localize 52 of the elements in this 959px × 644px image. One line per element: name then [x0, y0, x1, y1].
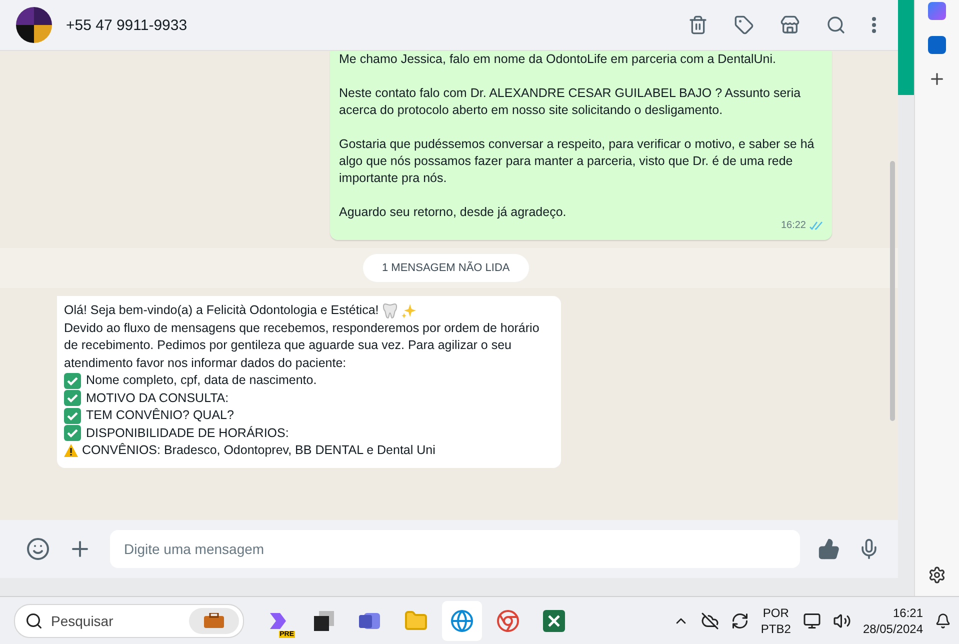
- spreadsheet-icon: [543, 610, 565, 632]
- globe-icon: [450, 608, 474, 632]
- scrollbar-thumb[interactable]: [890, 161, 895, 421]
- menu-icon: [872, 17, 876, 33]
- settings-icon[interactable]: [928, 566, 946, 584]
- keyboard-layout[interactable]: PTB2: [760, 620, 791, 636]
- mail-app-icon[interactable]: [928, 36, 946, 54]
- list-item-text: Nome completo, cpf, data de nascimento.: [86, 372, 317, 389]
- briefcase-icon: [189, 608, 239, 634]
- overlapping-squares-icon: [313, 610, 335, 632]
- volume-icon[interactable]: [832, 612, 851, 630]
- message-time: 16:22: [780, 219, 806, 233]
- warning-icon: [64, 444, 78, 458]
- contact-name: +55 47 9911-9933: [66, 16, 188, 34]
- message-paragraph: Aguardo seu retorno, desde já agradeço.: [339, 204, 568, 221]
- message-input[interactable]: Digite uma mensagem: [110, 530, 800, 568]
- network-icon[interactable]: [802, 612, 821, 630]
- checkmark-icon: [64, 390, 82, 406]
- checkmark-icon: [64, 372, 82, 389]
- search-icon: [826, 15, 846, 35]
- message-paragraph: Neste contato falo com Dr. ALEXANDRE CESAR GUILABEL BAJO ? Assunto seria acerca do protocolo aberto em nosso site solicitando o desligamento.: [339, 85, 802, 119]
- message-paragraph: Me chamo Jessica, falo em nome da OdontoLife em parceria com a DentalUni.: [339, 51, 778, 68]
- checkmark-icon: [64, 408, 82, 424]
- cloud-off-icon[interactable]: [700, 612, 719, 630]
- unread-banner: 1 MENSAGEM NÃO LIDA: [363, 254, 529, 282]
- store-icon: [780, 15, 800, 35]
- sparkles-icon: [400, 302, 417, 319]
- greeting-text: Olá! Seja bem-vindo(a) a Felicità Odontologia e Estética!: [64, 302, 379, 319]
- message-body: Devido ao fluxo de mensagens que recebemos, responderemos por ordem de horário de recebimento. Pedimos por gentileza que aguarde sua vez. Para agilizar o seu atendimento favor nos informar dados do paciente:: [64, 320, 540, 372]
- language-indicator[interactable]: POR: [762, 604, 789, 620]
- tooth-icon: [382, 302, 397, 319]
- list-item-text: MOTIVO DA CONSULTA:: [86, 390, 229, 406]
- clock-time[interactable]: 16:21: [892, 604, 923, 620]
- search-icon: [25, 612, 43, 630]
- tag-icon: [734, 15, 754, 35]
- thumbs-up-icon: [818, 538, 840, 560]
- notification-icon[interactable]: [935, 612, 951, 628]
- search-placeholder: Pesquisar: [51, 612, 114, 628]
- edge-button[interactable]: [442, 600, 482, 640]
- folder-icon: [404, 608, 428, 632]
- trash-icon: [688, 15, 708, 35]
- add-icon[interactable]: [928, 70, 946, 88]
- contact-avatar[interactable]: [16, 7, 52, 43]
- taskbar-search[interactable]: Pesquisar: [14, 604, 244, 638]
- list-item-text: TEM CONVÊNIO? QUAL?: [86, 407, 234, 424]
- checkmark-icon: [64, 425, 82, 442]
- list-item-text: DISPONIBILIDADE DE HORÁRIOS:: [86, 424, 289, 442]
- list-item-text: CONVÊNIOS: Bradesco, Odontoprev, BB DENTAL e Dental Uni: [82, 442, 436, 459]
- smiley-icon: [26, 537, 50, 561]
- sync-icon[interactable]: [730, 612, 749, 630]
- message-paragraph: Gostaria que pudéssemos conversar a respeito, para verificar o motivo, e saber se há algo que nós possamos fazer para manter a parceria, visto que Dr. é de uma rede importante pra nós.: [339, 136, 816, 187]
- clock-date[interactable]: 28/05/2024: [862, 620, 923, 636]
